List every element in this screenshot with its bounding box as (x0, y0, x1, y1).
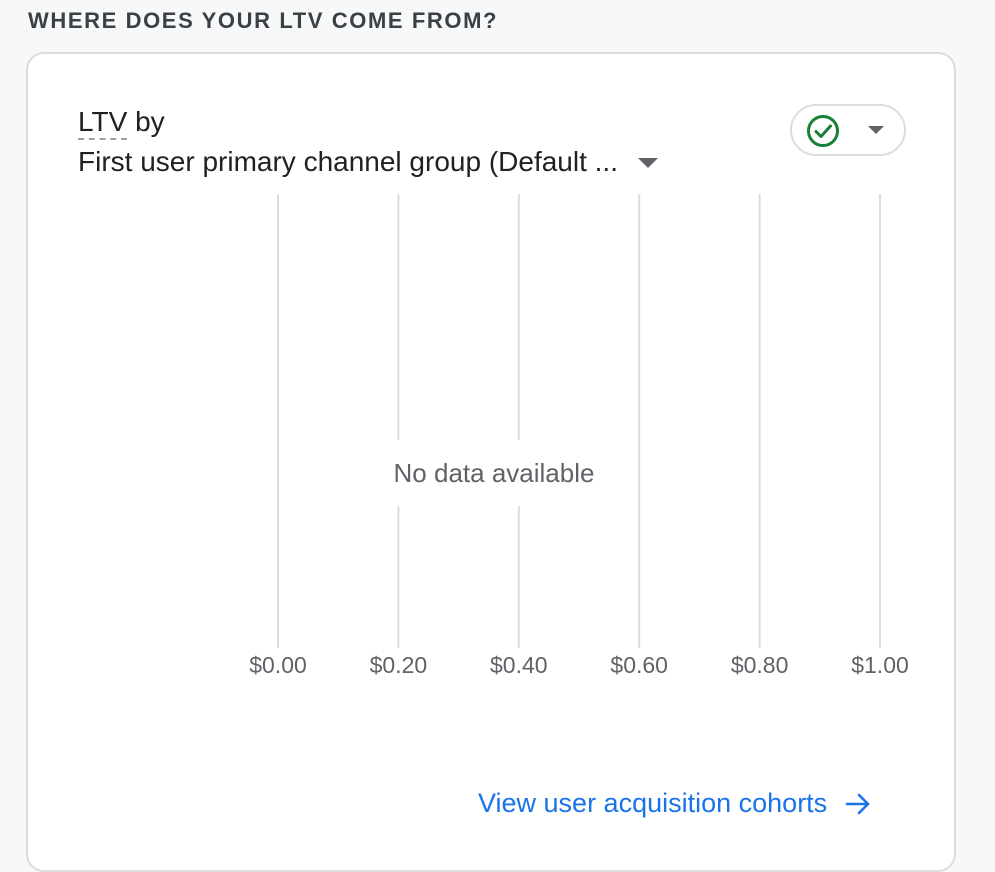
dropdown-caret-icon (637, 158, 658, 168)
view-cohorts-link[interactable]: View user acquisition cohorts (478, 788, 871, 819)
ltv-card: $0.00 $0.20 $0.40 $0.60 $0.80 $1.00 No data a… (26, 52, 956, 872)
x-tick-label: $0.60 (610, 652, 668, 678)
dimension-selected-value: First user primary channel group (Defaul… (78, 146, 618, 177)
section-heading: WHERE DOES YOUR LTV COME FROM? (28, 8, 499, 33)
x-tick-label: $0.20 (370, 652, 428, 678)
no-data-message: No data available (374, 440, 614, 506)
metric-name[interactable]: LTV (78, 106, 128, 140)
by-label: by (135, 106, 165, 137)
x-tick-label: $0.80 (731, 652, 789, 678)
view-cohorts-label: View user acquisition cohorts (478, 788, 828, 818)
x-tick-label: $0.00 (249, 652, 307, 678)
x-tick-label: $1.00 (851, 652, 909, 678)
compare-button[interactable] (790, 104, 906, 156)
check-circle-icon (807, 115, 839, 147)
x-tick-label: $0.40 (490, 652, 548, 678)
chevron-down-icon (868, 126, 884, 134)
arrow-right-icon (845, 793, 870, 814)
dimension-dropdown[interactable]: First user primary channel group (Defaul… (78, 146, 658, 178)
card-title: LTV by (78, 106, 165, 140)
